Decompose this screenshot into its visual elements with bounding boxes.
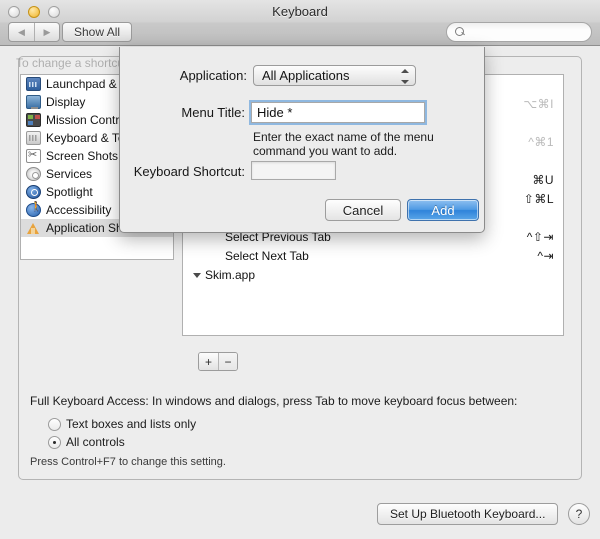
radio-all-controls[interactable]: All controls [48,435,125,449]
radio-label: All controls [66,435,125,449]
sidebar-item-label: Spotlight [46,185,93,199]
launchpad-icon [26,77,41,91]
application-popup-button[interactable]: All Applications [253,65,416,86]
sidebar-item-label: Services [46,167,92,181]
application-selected-value: All Applications [262,68,349,83]
application-shortcuts-icon [26,221,41,235]
menu-title-label: Menu Title: [133,105,245,120]
list-item[interactable]: Select Next Tab ^⇥ [183,246,563,265]
group-row-label: Skim.app [183,268,554,282]
add-shortcut-button[interactable]: + [199,353,218,370]
shortcut-key[interactable]: ^⌘1 [528,135,554,149]
keyboard-icon [26,131,41,145]
radio-button-selected-icon[interactable] [48,436,61,449]
cancel-button[interactable]: Cancel [325,199,401,221]
shortcut-key[interactable]: ⌥⌘I [523,97,554,111]
keyboard-shortcut-label: Keyboard Shortcut: [126,164,245,179]
menu-title-help-text: Enter the exact name of the menu command… [253,130,473,158]
help-button[interactable]: ? [568,503,590,525]
screenshot-icon [26,149,41,163]
shortcut-key[interactable]: ^⇧⇥ [527,230,554,244]
sidebar-item-label: Display [46,95,85,109]
mission-control-icon [26,113,41,127]
remove-shortcut-button[interactable]: − [218,353,237,370]
show-all-button[interactable]: Show All [62,22,132,42]
keyboard-shortcut-input[interactable] [251,161,336,180]
application-label: Application: [133,68,247,83]
display-icon [26,95,41,109]
chevron-down-icon[interactable] [193,273,201,278]
full-keyboard-access-note: Press Control+F7 to change this setting. [30,456,226,468]
window-titlebar: Keyboard ◀ ▶ Show All [0,0,600,46]
search-icon [455,27,466,38]
shortcut-key[interactable]: ⌘U [532,173,554,187]
search-input[interactable] [470,25,580,39]
full-keyboard-access-title: Full Keyboard Access: In windows and dia… [30,394,517,408]
window-title: Keyboard [0,4,600,19]
list-item[interactable]: Skim.app [183,265,563,284]
radio-label: Text boxes and lists only [66,417,196,431]
set-up-bluetooth-keyboard-button[interactable]: Set Up Bluetooth Keyboard... [377,503,558,525]
add-button[interactable]: Add [407,199,479,221]
accessibility-icon [26,203,41,217]
chevron-updown-icon [400,69,409,84]
sidebar-item-label: Screen Shots [46,149,118,163]
shortcut-name: Select Next Tab [183,249,537,263]
shortcut-key[interactable]: ^⇥ [537,249,554,263]
add-shortcut-sheet-dialog: Application: All Applications Menu Title… [119,47,485,233]
add-remove-segmented-control[interactable]: + − [198,352,238,371]
shortcut-key[interactable]: ⇧⌘L [524,192,554,206]
back-arrow-icon[interactable]: ◀ [9,23,34,41]
sidebar-item-label: Accessibility [46,203,111,217]
services-gear-icon [26,167,41,181]
sidebar-item-label: Mission Control [46,113,129,127]
navigation-segmented-control[interactable]: ◀ ▶ [8,22,60,42]
forward-arrow-icon[interactable]: ▶ [34,23,59,41]
spotlight-icon [26,185,41,199]
search-field[interactable] [446,22,592,42]
menu-title-input[interactable] [251,102,425,123]
radio-text-boxes-and-lists-only[interactable]: Text boxes and lists only [48,417,196,431]
keyboard-preferences-window: Keyboard ◀ ▶ Show All To change a shortc… [0,0,600,539]
radio-button-icon[interactable] [48,418,61,431]
